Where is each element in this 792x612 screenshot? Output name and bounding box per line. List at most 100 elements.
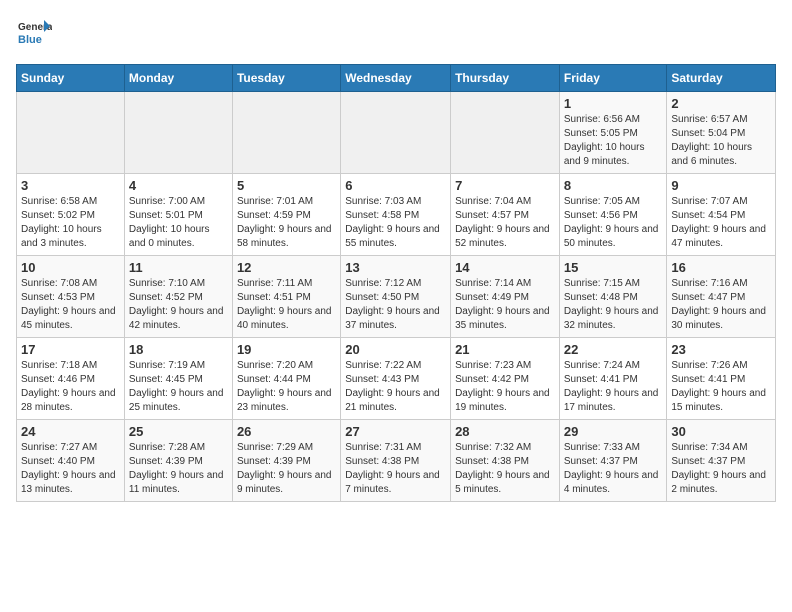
calendar-cell: 8 Sunrise: 7:05 AM Sunset: 4:56 PM Daylig… — [559, 174, 667, 256]
day-info: Sunrise: 7:12 AM Sunset: 4:50 PM Dayligh… — [345, 277, 446, 333]
day-info: Sunrise: 7:15 AM Sunset: 4:48 PM Dayligh… — [564, 277, 663, 333]
day-number: 27 — [345, 424, 446, 439]
calendar-cell: 27 Sunrise: 7:31 AM Sunset: 4:38 PM Dayli… — [341, 420, 451, 502]
calendar-cell: 4 Sunrise: 7:00 AM Sunset: 5:01 PM Daylig… — [124, 174, 232, 256]
day-number: 3 — [21, 178, 120, 193]
calendar-cell: 20 Sunrise: 7:22 AM Sunset: 4:43 PM Dayli… — [341, 338, 451, 420]
day-info: Sunrise: 6:56 AM Sunset: 5:05 PM Dayligh… — [564, 113, 663, 169]
calendar-cell: 22Sunrise: 7:24 AM Sunset: 4:41 PM Dayli… — [559, 338, 667, 420]
day-info: Sunrise: 7:03 AM Sunset: 4:58 PM Dayligh… — [345, 195, 446, 251]
day-info: Sunrise: 7:04 AM Sunset: 4:57 PM Dayligh… — [455, 195, 555, 251]
day-info: Sunrise: 7:11 AM Sunset: 4:51 PM Dayligh… — [237, 277, 336, 333]
day-number: 13 — [345, 260, 446, 275]
day-info: Sunrise: 7:14 AM Sunset: 4:49 PM Dayligh… — [455, 277, 555, 333]
day-number: 9 — [671, 178, 771, 193]
day-info: Sunrise: 7:31 AM Sunset: 4:38 PM Dayligh… — [345, 441, 446, 497]
page-header: General Blue — [16, 16, 776, 52]
day-number: 23 — [671, 342, 771, 357]
day-number: 17 — [21, 342, 120, 357]
day-number: 30 — [671, 424, 771, 439]
day-number: 24 — [21, 424, 120, 439]
day-info: Sunrise: 6:57 AM Sunset: 5:04 PM Dayligh… — [671, 113, 771, 169]
day-number: 19 — [237, 342, 336, 357]
day-number: 1 — [564, 96, 663, 111]
day-info: Sunrise: 7:10 AM Sunset: 4:52 PM Dayligh… — [129, 277, 228, 333]
day-info: Sunrise: 7:05 AM Sunset: 4:56 PM Dayligh… — [564, 195, 663, 251]
day-info: Sunrise: 7:16 AM Sunset: 4:47 PM Dayligh… — [671, 277, 771, 333]
day-info: Sunrise: 7:08 AM Sunset: 4:53 PM Dayligh… — [21, 277, 120, 333]
day-number: 21 — [455, 342, 555, 357]
calendar-cell: 18 Sunrise: 7:19 AM Sunset: 4:45 PM Dayli… — [124, 338, 232, 420]
calendar-cell: 21 Sunrise: 7:23 AM Sunset: 4:42 PM Dayli… — [451, 338, 560, 420]
day-number: 11 — [129, 260, 228, 275]
day-info: Sunrise: 7:19 AM Sunset: 4:45 PM Dayligh… — [129, 359, 228, 415]
day-number: 16 — [671, 260, 771, 275]
logo-icon: General Blue — [16, 16, 52, 52]
day-number: 26 — [237, 424, 336, 439]
calendar-cell — [232, 92, 340, 174]
calendar-cell: 16 Sunrise: 7:16 AM Sunset: 4:47 PM Dayli… — [667, 256, 776, 338]
calendar-cell: 17Sunrise: 7:18 AM Sunset: 4:46 PM Dayli… — [17, 338, 125, 420]
calendar-cell: 14 Sunrise: 7:14 AM Sunset: 4:49 PM Dayli… — [451, 256, 560, 338]
day-of-week-header: Friday — [559, 65, 667, 92]
day-info: Sunrise: 7:34 AM Sunset: 4:37 PM Dayligh… — [671, 441, 771, 497]
day-info: Sunrise: 7:26 AM Sunset: 4:41 PM Dayligh… — [671, 359, 771, 415]
day-info: Sunrise: 7:20 AM Sunset: 4:44 PM Dayligh… — [237, 359, 336, 415]
calendar-table: SundayMondayTuesdayWednesdayThursdayFrid… — [16, 64, 776, 502]
day-info: Sunrise: 6:58 AM Sunset: 5:02 PM Dayligh… — [21, 195, 120, 251]
day-info: Sunrise: 7:28 AM Sunset: 4:39 PM Dayligh… — [129, 441, 228, 497]
svg-text:Blue: Blue — [18, 34, 42, 46]
day-info: Sunrise: 7:33 AM Sunset: 4:37 PM Dayligh… — [564, 441, 663, 497]
day-info: Sunrise: 7:00 AM Sunset: 5:01 PM Dayligh… — [129, 195, 228, 251]
day-info: Sunrise: 7:07 AM Sunset: 4:54 PM Dayligh… — [671, 195, 771, 251]
calendar-cell: 1 Sunrise: 6:56 AM Sunset: 5:05 PM Daylig… — [559, 92, 667, 174]
day-number: 10 — [21, 260, 120, 275]
day-info: Sunrise: 7:22 AM Sunset: 4:43 PM Dayligh… — [345, 359, 446, 415]
calendar-cell: 25 Sunrise: 7:28 AM Sunset: 4:39 PM Dayli… — [124, 420, 232, 502]
day-of-week-header: Monday — [124, 65, 232, 92]
calendar-cell: 9 Sunrise: 7:07 AM Sunset: 4:54 PM Daylig… — [667, 174, 776, 256]
day-number: 25 — [129, 424, 228, 439]
calendar-cell: 12 Sunrise: 7:11 AM Sunset: 4:51 PM Dayli… — [232, 256, 340, 338]
day-info: Sunrise: 7:27 AM Sunset: 4:40 PM Dayligh… — [21, 441, 120, 497]
calendar-cell — [341, 92, 451, 174]
day-info: Sunrise: 7:24 AM Sunset: 4:41 PM Dayligh… — [564, 359, 663, 415]
calendar-cell: 29 Sunrise: 7:33 AM Sunset: 4:37 PM Dayli… — [559, 420, 667, 502]
day-number: 2 — [671, 96, 771, 111]
day-number: 29 — [564, 424, 663, 439]
calendar-cell: 26Sunrise: 7:29 AM Sunset: 4:39 PM Dayli… — [232, 420, 340, 502]
day-number: 14 — [455, 260, 555, 275]
calendar-cell: 19 Sunrise: 7:20 AM Sunset: 4:44 PM Dayli… — [232, 338, 340, 420]
calendar-cell: 2 Sunrise: 6:57 AM Sunset: 5:04 PM Daylig… — [667, 92, 776, 174]
calendar-cell: 13 Sunrise: 7:12 AM Sunset: 4:50 PM Dayli… — [341, 256, 451, 338]
day-number: 18 — [129, 342, 228, 357]
calendar-cell: 15 Sunrise: 7:15 AM Sunset: 4:48 PM Dayli… — [559, 256, 667, 338]
calendar-cell — [124, 92, 232, 174]
calendar-cell: 7 Sunrise: 7:04 AM Sunset: 4:57 PM Daylig… — [451, 174, 560, 256]
logo: General Blue — [16, 16, 52, 52]
day-info: Sunrise: 7:01 AM Sunset: 4:59 PM Dayligh… — [237, 195, 336, 251]
day-number: 15 — [564, 260, 663, 275]
day-number: 8 — [564, 178, 663, 193]
calendar-cell: 28 Sunrise: 7:32 AM Sunset: 4:38 PM Dayli… — [451, 420, 560, 502]
day-number: 7 — [455, 178, 555, 193]
day-number: 12 — [237, 260, 336, 275]
calendar-cell: 10 Sunrise: 7:08 AM Sunset: 4:53 PM Dayli… — [17, 256, 125, 338]
calendar-cell: 23 Sunrise: 7:26 AM Sunset: 4:41 PM Dayli… — [667, 338, 776, 420]
day-number: 20 — [345, 342, 446, 357]
calendar-cell: 24 Sunrise: 7:27 AM Sunset: 4:40 PM Dayli… — [17, 420, 125, 502]
day-of-week-header: Wednesday — [341, 65, 451, 92]
calendar-cell — [451, 92, 560, 174]
day-number: 28 — [455, 424, 555, 439]
calendar-cell: 6 Sunrise: 7:03 AM Sunset: 4:58 PM Daylig… — [341, 174, 451, 256]
day-info: Sunrise: 7:23 AM Sunset: 4:42 PM Dayligh… — [455, 359, 555, 415]
day-number: 6 — [345, 178, 446, 193]
day-of-week-header: Sunday — [17, 65, 125, 92]
calendar-cell: 3 Sunrise: 6:58 AM Sunset: 5:02 PM Daylig… — [17, 174, 125, 256]
day-number: 4 — [129, 178, 228, 193]
calendar-cell: 30 Sunrise: 7:34 AM Sunset: 4:37 PM Dayli… — [667, 420, 776, 502]
calendar-cell: 5Sunrise: 7:01 AM Sunset: 4:59 PM Daylig… — [232, 174, 340, 256]
calendar-cell: 11 Sunrise: 7:10 AM Sunset: 4:52 PM Dayli… — [124, 256, 232, 338]
day-info: Sunrise: 7:32 AM Sunset: 4:38 PM Dayligh… — [455, 441, 555, 497]
calendar-cell — [17, 92, 125, 174]
